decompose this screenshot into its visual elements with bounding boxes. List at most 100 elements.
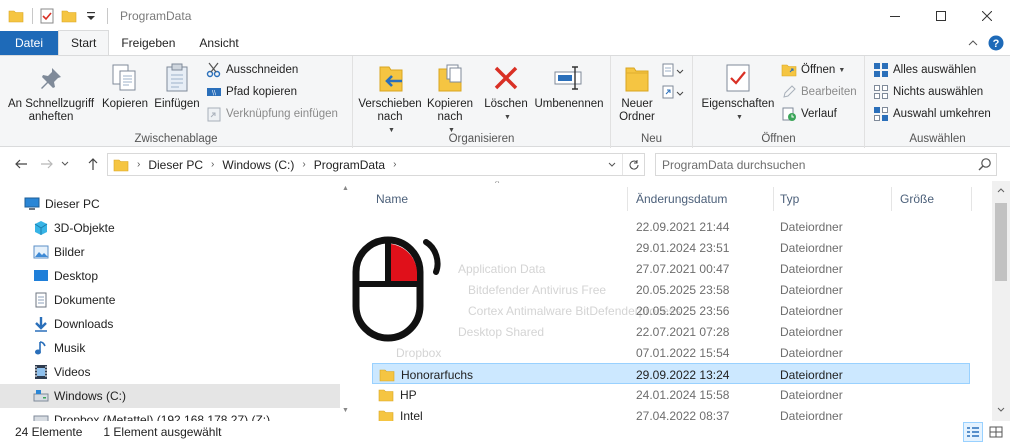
scroll-up-arrow-icon[interactable] bbox=[997, 187, 1005, 193]
breadcrumb-this-pc[interactable]: Dieser PC bbox=[148, 158, 203, 172]
column-header-name[interactable]: Name bbox=[370, 187, 628, 211]
column-headers: Name Änderungsdatum Typ Größe bbox=[352, 187, 992, 211]
group-label-clipboard: Zwischenablage bbox=[134, 133, 218, 145]
nav-pane-scrollbar[interactable]: ▲ ▼ bbox=[340, 181, 352, 421]
refresh-button[interactable] bbox=[622, 154, 644, 175]
file-row[interactable]: Intel 27.04.2022 08:37 Dateiordner bbox=[372, 405, 970, 421]
file-name: Intel bbox=[378, 405, 423, 421]
chevron-right-icon[interactable]: › bbox=[393, 159, 396, 170]
file-row[interactable]: Dropbox 07.01.2022 15:54 Dateiordner bbox=[372, 342, 970, 363]
search-input[interactable]: ProgramData durchsuchen bbox=[655, 153, 997, 176]
forward-button[interactable] bbox=[36, 153, 58, 175]
column-header-date[interactable]: Änderungsdatum bbox=[630, 187, 774, 211]
nav-item-drive-c[interactable]: Windows (C:) bbox=[0, 384, 340, 408]
edit-button[interactable]: Bearbeiten bbox=[781, 82, 857, 102]
refresh-icon bbox=[629, 159, 639, 170]
file-date: 27.04.2022 08:37 bbox=[636, 408, 730, 422]
back-arrow-icon bbox=[15, 159, 27, 169]
new-folder-icon[interactable] bbox=[61, 8, 77, 24]
mouse-left-click-icon bbox=[352, 236, 441, 342]
nav-item-this-pc[interactable]: Dieser PC bbox=[24, 192, 352, 216]
column-header-size[interactable]: Größe bbox=[894, 187, 972, 211]
new-folder-button[interactable]: Neuer Ordner bbox=[615, 62, 659, 124]
customize-dropdown-icon[interactable] bbox=[83, 8, 99, 24]
scroll-up-arrow-icon[interactable]: ▲ bbox=[342, 185, 349, 192]
scroll-down-arrow-icon[interactable]: ▼ bbox=[342, 407, 349, 414]
paste-shortcut-button[interactable]: Verknüpfung einfügen bbox=[206, 104, 338, 124]
file-type: Dateiordner bbox=[780, 408, 843, 422]
large-icons-view-button[interactable] bbox=[986, 422, 1006, 442]
file-row[interactable]: 29.01.2024 23:51 Dateiordner bbox=[372, 237, 970, 258]
nav-item-network-drive[interactable]: Dropbox (Metattel) (192.168.178.27) (Z:) bbox=[33, 408, 352, 421]
group-clipboard: An Schnellzugriff anheften Kopieren Einf… bbox=[0, 56, 353, 148]
pictures-icon bbox=[33, 245, 49, 259]
open-button[interactable]: Öffnen ▼ bbox=[781, 60, 845, 80]
recent-locations-button[interactable] bbox=[58, 153, 72, 175]
copy-to-button[interactable]: Kopieren nach ▼ bbox=[423, 62, 477, 137]
close-button[interactable] bbox=[964, 0, 1010, 31]
nav-item-downloads[interactable]: Downloads bbox=[33, 312, 352, 336]
maximize-button[interactable] bbox=[918, 0, 964, 31]
up-button[interactable] bbox=[82, 153, 104, 175]
network-drive-icon bbox=[33, 415, 49, 421]
nav-item-music[interactable]: Musik bbox=[33, 336, 352, 360]
easy-access-icon[interactable] bbox=[661, 84, 685, 102]
select-none-button[interactable]: Nichts auswählen bbox=[873, 82, 983, 102]
minimize-button[interactable] bbox=[872, 0, 918, 31]
close-icon bbox=[982, 10, 992, 21]
nav-item-3d-objects[interactable]: 3D-Objekte bbox=[33, 216, 352, 240]
copy-button[interactable]: Kopieren bbox=[100, 62, 150, 111]
cut-button[interactable]: Ausschneiden bbox=[206, 60, 298, 80]
group-label-new: Neu bbox=[640, 133, 663, 145]
scroll-down-arrow-icon[interactable] bbox=[997, 407, 1005, 413]
group-organize: Verschieben nach ▼ Kopieren nach ▼ Lösch… bbox=[353, 56, 611, 148]
tab-file[interactable]: Datei bbox=[0, 31, 58, 55]
copy-path-button[interactable]: \\ Pfad kopieren bbox=[206, 82, 297, 102]
dropdown-caret-icon: ▼ bbox=[504, 114, 511, 121]
move-to-button[interactable]: Verschieben nach ▼ bbox=[357, 62, 423, 137]
address-bar[interactable]: › Dieser PC › Windows (C:) › ProgramData… bbox=[107, 153, 645, 176]
file-row[interactable]: HP 24.01.2024 15:58 Dateiordner bbox=[372, 384, 970, 405]
history-button[interactable]: Verlauf bbox=[781, 104, 837, 124]
folder-icon bbox=[113, 159, 129, 171]
properties-check-icon[interactable] bbox=[39, 8, 55, 24]
tab-start[interactable]: Start bbox=[58, 30, 110, 55]
new-item-icon[interactable] bbox=[661, 62, 685, 80]
file-row[interactable]: 22.09.2021 21:44 Dateiordner bbox=[372, 216, 970, 237]
properties-button[interactable]: Eigenschaften ▼ bbox=[699, 62, 777, 124]
nav-item-videos[interactable]: Videos bbox=[33, 360, 352, 384]
file-row[interactable]: Desktop Shared 22.07.2021 07:28 Dateiord… bbox=[372, 321, 970, 342]
pin-quick-access-button[interactable]: An Schnellzugriff anheften bbox=[6, 62, 96, 124]
delete-button[interactable]: Löschen ▼ bbox=[481, 62, 531, 124]
file-row[interactable]: Application Data 27.07.2021 00:47 Dateio… bbox=[372, 258, 970, 279]
rename-button[interactable]: Umbenennen bbox=[533, 62, 605, 111]
address-history-dropdown[interactable] bbox=[604, 154, 620, 175]
chevron-right-icon[interactable]: › bbox=[302, 159, 305, 170]
invert-selection-icon bbox=[874, 107, 888, 121]
nav-item-pictures[interactable]: Bilder bbox=[33, 240, 352, 264]
breadcrumb-drive-c[interactable]: Windows (C:) bbox=[222, 158, 294, 172]
file-list-scrollbar[interactable] bbox=[992, 181, 1010, 421]
collapse-ribbon-icon[interactable] bbox=[968, 39, 978, 47]
back-button[interactable] bbox=[10, 153, 32, 175]
tab-share[interactable]: Freigeben bbox=[109, 31, 187, 55]
paste-shortcut-icon bbox=[207, 107, 221, 122]
breadcrumb: › Dieser PC › Windows (C:) › ProgramData… bbox=[129, 158, 404, 172]
quick-access-toolbar: ProgramData bbox=[8, 0, 191, 31]
breadcrumb-programdata[interactable]: ProgramData bbox=[314, 158, 385, 172]
help-icon[interactable]: ? bbox=[988, 35, 1004, 51]
nav-item-desktop[interactable]: Desktop bbox=[33, 264, 352, 288]
select-all-button[interactable]: Alles auswählen bbox=[873, 60, 976, 80]
scroll-thumb[interactable] bbox=[995, 203, 1007, 281]
invert-selection-button[interactable]: Auswahl umkehren bbox=[873, 104, 991, 124]
file-row[interactable]: Cortex Antimalware BitDefenderprocess 20… bbox=[372, 300, 970, 321]
details-view-button[interactable] bbox=[963, 422, 983, 442]
search-icon bbox=[978, 158, 991, 171]
nav-item-documents[interactable]: Dokumente bbox=[33, 288, 352, 312]
column-header-type[interactable]: Typ bbox=[774, 187, 892, 211]
tab-view[interactable]: Ansicht bbox=[187, 31, 250, 55]
chevron-right-icon[interactable]: › bbox=[211, 159, 214, 170]
file-row[interactable]: Bitdefender Antivirus Free 20.05.2025 23… bbox=[372, 279, 970, 300]
file-row-selected[interactable]: Honorarfuchs 29.09.2022 13:24 Dateiordne… bbox=[372, 363, 970, 384]
paste-button[interactable]: Einfügen bbox=[152, 62, 202, 111]
